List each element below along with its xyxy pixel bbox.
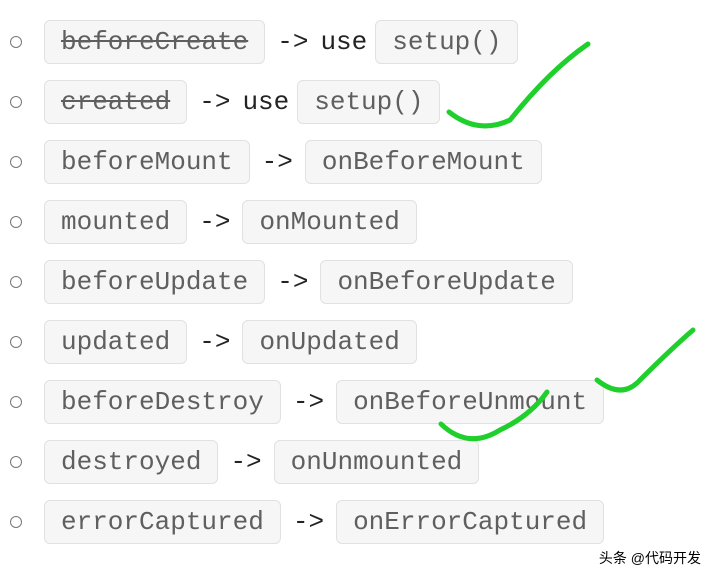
bullet-icon [10, 276, 22, 288]
hook-from: beforeMount [44, 140, 250, 184]
list-item: created -> use setup() [10, 80, 707, 124]
use-keyword: use [242, 87, 289, 117]
list-item: beforeMount -> onBeforeMount [10, 140, 707, 184]
list-item: beforeDestroy -> onBeforeUnmount [10, 380, 707, 424]
hook-from: errorCaptured [44, 500, 281, 544]
use-keyword: use [320, 27, 367, 57]
list-item: beforeCreate -> use setup() [10, 20, 707, 64]
bullet-icon [10, 516, 22, 528]
arrow-icon: -> [277, 267, 308, 297]
hook-to: onBeforeUnmount [336, 380, 604, 424]
hook-to: onBeforeMount [305, 140, 542, 184]
list-item: errorCaptured -> onErrorCaptured [10, 500, 707, 544]
list-item: beforeUpdate -> onBeforeUpdate [10, 260, 707, 304]
hook-to: onErrorCaptured [336, 500, 604, 544]
hook-from: beforeCreate [44, 20, 265, 64]
bullet-icon [10, 96, 22, 108]
hook-to: onMounted [242, 200, 416, 244]
bullet-icon [10, 36, 22, 48]
arrow-icon: -> [199, 87, 230, 117]
hook-from: destroyed [44, 440, 218, 484]
arrow-icon: -> [199, 327, 230, 357]
lifecycle-hooks-list: beforeCreate->usesetup()created->usesetu… [10, 20, 707, 544]
bullet-icon [10, 456, 22, 468]
hook-from: mounted [44, 200, 187, 244]
hook-to: onUpdated [242, 320, 416, 364]
hook-to: onUnmounted [274, 440, 480, 484]
hook-from: created [44, 80, 187, 124]
arrow-icon: -> [262, 147, 293, 177]
bullet-icon [10, 396, 22, 408]
hook-from: beforeUpdate [44, 260, 265, 304]
bullet-icon [10, 216, 22, 228]
arrow-icon: -> [293, 387, 324, 417]
bullet-icon [10, 156, 22, 168]
hook-to: setup() [375, 20, 518, 64]
hook-to: onBeforeUpdate [320, 260, 572, 304]
hook-to: setup() [297, 80, 440, 124]
hook-from: beforeDestroy [44, 380, 281, 424]
bullet-icon [10, 336, 22, 348]
hook-from: updated [44, 320, 187, 364]
arrow-icon: -> [230, 447, 261, 477]
arrow-icon: -> [277, 27, 308, 57]
list-item: destroyed -> onUnmounted [10, 440, 707, 484]
arrow-icon: -> [293, 507, 324, 537]
list-item: updated -> onUpdated [10, 320, 707, 364]
watermark: 头条 @代码开发 [599, 548, 701, 568]
list-item: mounted -> onMounted [10, 200, 707, 244]
arrow-icon: -> [199, 207, 230, 237]
